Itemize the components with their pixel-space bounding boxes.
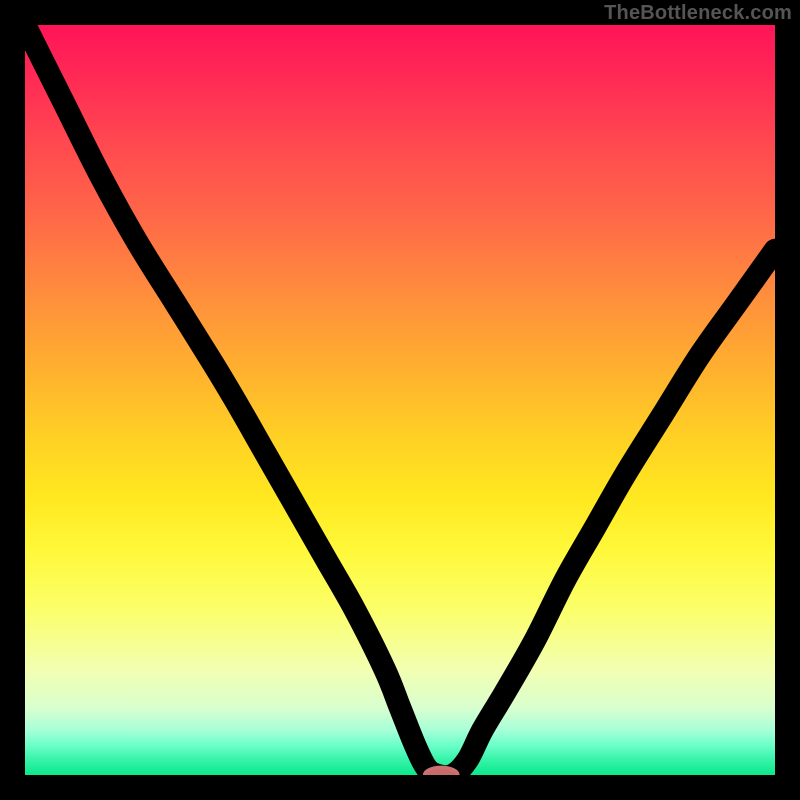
curve-svg [25, 25, 775, 775]
watermark-text: TheBottleneck.com [604, 2, 792, 25]
plot-area [25, 25, 775, 775]
optimum-marker [425, 768, 458, 776]
bottleneck-curve [25, 25, 775, 775]
chart-frame: TheBottleneck.com [0, 0, 800, 800]
